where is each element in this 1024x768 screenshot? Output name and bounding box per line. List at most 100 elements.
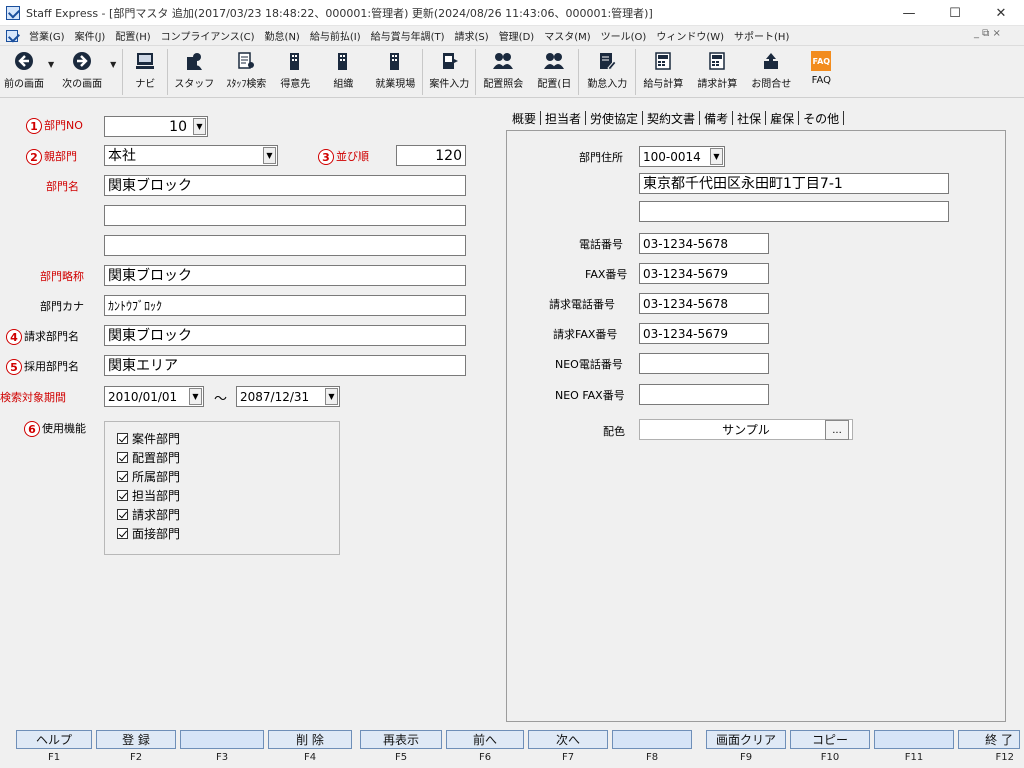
menu-tool[interactable]: ツール(O) (596, 28, 652, 43)
dept-name-input-3[interactable] (104, 235, 466, 256)
neo-fax-input[interactable] (639, 384, 769, 405)
staff-button[interactable]: スタッフ (168, 46, 220, 98)
back-button[interactable]: 前の画面 (0, 46, 48, 98)
payroll-calc-button[interactable]: 給与計算 (636, 46, 690, 98)
overview-panel: 部門住所 100-0014 ▼ 東京都千代田区永田町1丁目7-1 電話番号 03… (506, 130, 1006, 722)
color-browse-button[interactable]: ... (825, 420, 849, 440)
tab-labor-agreement[interactable]: 労使協定 (586, 110, 642, 127)
arrow-left-icon (13, 50, 35, 72)
menu-compliance[interactable]: コンプライアンス(C) (156, 28, 260, 43)
f2-register-button[interactable]: 登 録 (96, 730, 176, 749)
maximize-button[interactable]: ☐ (932, 0, 978, 26)
menu-kanri[interactable]: 管理(D) (494, 28, 540, 43)
close-button[interactable]: ✕ (978, 0, 1024, 26)
menu-haichi[interactable]: 配置(H) (110, 28, 155, 43)
menu-master[interactable]: マスタ(M) (539, 28, 595, 43)
sort-order-label: 3 並び順 (318, 148, 369, 165)
period-to-select[interactable]: 2087/12/31 ▼ (236, 386, 340, 407)
edit-document-icon (596, 50, 618, 72)
billing-fax-label: 請求FAX番号 (553, 328, 618, 341)
attendance-input-button[interactable]: 勤怠入力 (579, 46, 635, 98)
forward-button[interactable]: 次の画面 (54, 46, 110, 98)
minimize-button[interactable]: — (886, 0, 932, 26)
f9-clear-button[interactable]: 画面クリア (706, 730, 786, 749)
dept-no-select[interactable]: 10 ▼ (104, 116, 208, 137)
f2-key-label: F2 (129, 752, 143, 763)
function-checkbox-shozoku[interactable]: 所属部門 (117, 468, 180, 485)
navi-button[interactable]: ナビ (123, 46, 167, 98)
sort-order-input[interactable]: 120 (396, 145, 466, 166)
parent-dept-select[interactable]: 本社 ▼ (104, 145, 278, 166)
menu-seikyu[interactable]: 請求(S) (450, 28, 494, 43)
recruit-dept-input[interactable]: 関東エリア (104, 355, 466, 376)
placement-inquiry-button[interactable]: 配置照会 (476, 46, 530, 98)
period-from-select[interactable]: 2010/01/01 ▼ (104, 386, 204, 407)
dept-kana-label: 部門カナ (40, 300, 84, 313)
billing-calc-button[interactable]: 請求計算 (690, 46, 744, 98)
tab-contact[interactable]: 担当者 (541, 110, 585, 127)
worksite-button[interactable]: 就業現場 (368, 46, 422, 98)
f5-refresh-button[interactable]: 再表示 (360, 730, 442, 749)
marker-2: 2 (26, 149, 42, 165)
f6-prev-button[interactable]: 前へ (446, 730, 524, 749)
f5-key-label: F5 (394, 752, 408, 763)
postal-code-select[interactable]: 100-0014 ▼ (639, 146, 725, 167)
marker-1: 1 (26, 118, 42, 134)
client-button[interactable]: 得意先 (272, 46, 318, 98)
f7-next-button[interactable]: 次へ (528, 730, 608, 749)
phone-label: 電話番号 (579, 238, 623, 251)
fax-input[interactable]: 03-1234-5679 (639, 263, 769, 284)
billing-fax-input[interactable]: 03-1234-5679 (639, 323, 769, 344)
tab-employment-insurance[interactable]: 雇保 (766, 110, 798, 127)
menu-window[interactable]: ウィンドウ(W) (651, 28, 729, 43)
color-sample: サンプル (639, 419, 853, 440)
f7-key-label: F7 (561, 752, 575, 763)
f10-copy-button[interactable]: コピー (790, 730, 870, 749)
tab-contract-docs[interactable]: 契約文書 (643, 110, 699, 127)
f3-button[interactable] (180, 730, 264, 749)
f6-key-label: F6 (478, 752, 492, 763)
function-checkbox-mensetsu[interactable]: 面接部門 (117, 525, 180, 542)
f12-exit-button[interactable]: 終 了 (958, 730, 1020, 749)
tab-social-insurance[interactable]: 社保 (733, 110, 765, 127)
f4-delete-button[interactable]: 削 除 (268, 730, 352, 749)
dept-short-input[interactable]: 関東ブロック (104, 265, 466, 286)
marker-5: 5 (6, 359, 22, 375)
case-input-button[interactable]: 案件入力 (423, 46, 475, 98)
neo-phone-input[interactable] (639, 353, 769, 374)
menu-kintai[interactable]: 勤怠(N) (260, 28, 305, 43)
tab-notes[interactable]: 備考 (700, 110, 732, 127)
tab-other[interactable]: その他 (799, 110, 843, 127)
phone-input[interactable]: 03-1234-5678 (639, 233, 769, 254)
f11-button[interactable] (874, 730, 954, 749)
function-checkbox-seikyu[interactable]: 請求部門 (117, 506, 180, 523)
menu-anken[interactable]: 案件(J) (70, 28, 111, 43)
menu-eigyo[interactable]: 営業(G) (24, 28, 70, 43)
menu-maebarai[interactable]: 給与前払(I) (305, 28, 366, 43)
dept-name-input-2[interactable] (104, 205, 466, 226)
f8-button[interactable] (612, 730, 692, 749)
menu-kyuyo[interactable]: 給与賞与年調(T) (366, 28, 450, 43)
checkbox-checked (117, 490, 128, 501)
billing-phone-input[interactable]: 03-1234-5678 (639, 293, 769, 314)
tab-overview[interactable]: 概要 (508, 110, 540, 127)
faq-button[interactable]: FAQ FAQ (798, 46, 844, 98)
f11-key-label: F11 (904, 752, 924, 763)
function-checkbox-haichi[interactable]: 配置部門 (117, 449, 180, 466)
dept-name-input-1[interactable]: 関東ブロック (104, 175, 466, 196)
placement-day-button[interactable]: 配置(日 (530, 46, 578, 98)
staff-search-button[interactable]: ｽﾀｯﾌ検索 (220, 46, 272, 98)
dept-kana-input[interactable]: ｶﾝﾄｳﾌﾞﾛｯｸ (104, 295, 466, 316)
org-button[interactable]: 組織 (318, 46, 368, 98)
function-checkbox-anken[interactable]: 案件部門 (117, 430, 180, 447)
function-checkbox-tanto[interactable]: 担当部門 (117, 487, 180, 504)
detail-tabs: 概要 担当者 労使協定 契約文書 備考 社保 雇保 その他 (508, 108, 845, 128)
billing-dept-input[interactable]: 関東ブロック (104, 325, 466, 346)
address-input-2[interactable] (639, 201, 949, 222)
f1-help-button[interactable]: ヘルプ (16, 730, 92, 749)
address-input-1[interactable]: 東京都千代田区永田町1丁目7-1 (639, 173, 949, 194)
inquiry-button[interactable]: お問合せ (744, 46, 798, 98)
mdi-window-controls[interactable]: _ ⧉ × (974, 28, 1001, 39)
menu-support[interactable]: サポート(H) (729, 28, 794, 43)
forward-history-dropdown[interactable]: ▼ (110, 60, 116, 69)
